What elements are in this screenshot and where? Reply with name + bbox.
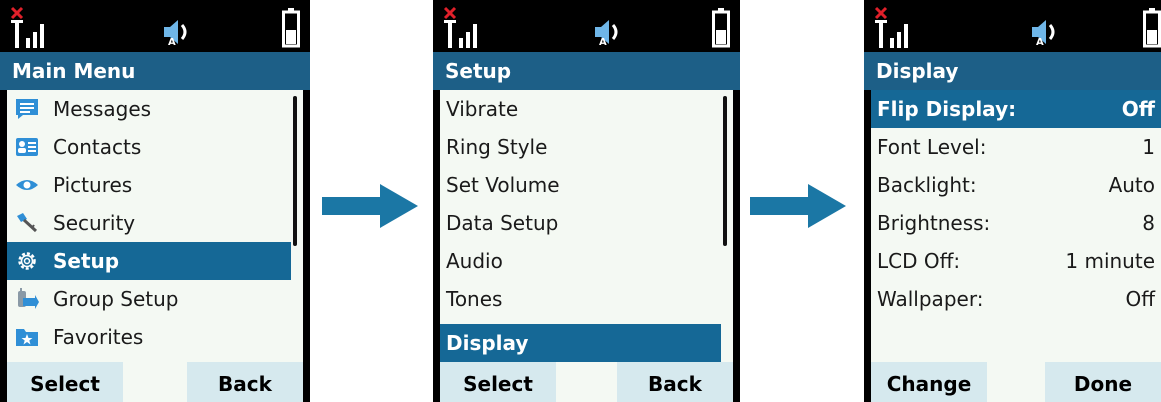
setting-value: 1 — [1142, 135, 1155, 159]
signal-no-service-icon — [10, 6, 44, 48]
phone-screen-main-menu: A Main Menu Messages Contacts Pictures S… — [0, 0, 310, 402]
setting-value: 8 — [1142, 211, 1155, 235]
setting-font-level[interactable]: Font Level: 1 — [871, 128, 1161, 166]
menu-item-label: Display — [446, 331, 529, 355]
battery-icon — [282, 8, 300, 48]
setting-label: Wallpaper: — [877, 287, 984, 311]
menu-item-favorites[interactable]: Favorites — [7, 318, 281, 356]
menu-item-label: Tones — [446, 287, 503, 311]
menu-item-security[interactable]: Security — [7, 204, 281, 242]
menu-item-label: Messages — [53, 97, 152, 121]
setting-label: Flip Display: — [877, 97, 1017, 121]
setting-flip-display[interactable]: Flip Display: Off — [871, 90, 1161, 128]
setting-value: 1 minute — [1065, 249, 1155, 273]
setting-value: Auto — [1108, 173, 1155, 197]
setting-brightness[interactable]: Brightness: 8 — [871, 204, 1161, 242]
screen-title: Display — [864, 52, 1161, 90]
menu-item-setup[interactable]: Setup — [7, 242, 291, 280]
key-icon — [17, 213, 38, 233]
done-softkey[interactable]: Done — [1045, 362, 1161, 402]
signal-no-service-icon — [443, 6, 477, 48]
setting-label: Backlight: — [877, 173, 977, 197]
status-bar: A — [0, 0, 310, 52]
softkey-bar: Select Back — [7, 362, 303, 402]
menu-list: Vibrate Ring Style Set Volume Data Setup… — [440, 90, 733, 362]
menu-item-tones[interactable]: Tones — [440, 280, 711, 318]
status-bar: A — [433, 0, 740, 52]
menu-item-messages[interactable]: Messages — [7, 90, 281, 128]
menu-list: Messages Contacts Pictures Security Setu… — [7, 90, 303, 362]
speaker-auto-icon: A — [1032, 20, 1055, 46]
menu-item-contacts[interactable]: Contacts — [7, 128, 281, 166]
setting-backlight[interactable]: Backlight: Auto — [871, 166, 1161, 204]
favorites-folder-icon — [16, 329, 38, 346]
menu-item-group-setup[interactable]: Group Setup — [7, 280, 281, 318]
gear-icon — [18, 252, 36, 270]
battery-icon — [1143, 8, 1161, 48]
phone-screen-setup: A Setup Vibrate Ring Style Set Volume Da… — [433, 0, 740, 402]
menu-item-label: Audio — [446, 249, 503, 273]
group-radio-icon — [18, 288, 39, 309]
setting-label: Font Level: — [877, 135, 987, 159]
select-softkey[interactable]: Select — [7, 362, 123, 402]
menu-item-audio[interactable]: Audio — [440, 242, 711, 280]
menu-item-label: Pictures — [53, 173, 133, 197]
menu-item-label: Setup — [53, 249, 120, 273]
softkey-bar: Change Done — [871, 362, 1161, 402]
menu-item-label: Favorites — [53, 325, 144, 349]
menu-item-label: Group Setup — [53, 287, 179, 311]
setting-wallpaper[interactable]: Wallpaper: Off — [871, 280, 1161, 318]
menu-item-label: Security — [53, 211, 136, 235]
settings-list: Flip Display: Off Font Level: 1 Backligh… — [871, 90, 1161, 362]
battery-icon — [712, 8, 730, 48]
signal-no-service-icon — [874, 6, 908, 48]
softkey-bar: Select Back — [440, 362, 733, 402]
arrow-right-icon — [750, 184, 846, 228]
menu-item-ring-style[interactable]: Ring Style — [440, 128, 711, 166]
menu-item-label: Data Setup — [446, 211, 559, 235]
menu-item-pictures[interactable]: Pictures — [7, 166, 281, 204]
menu-item-label: Contacts — [53, 135, 142, 159]
setting-label: Brightness: — [877, 211, 991, 235]
scrollbar[interactable] — [723, 96, 727, 246]
select-softkey[interactable]: Select — [440, 362, 556, 402]
contact-card-icon — [16, 138, 38, 156]
status-bar: A — [864, 0, 1161, 52]
menu-item-display[interactable]: Display — [440, 324, 721, 362]
setting-value: Off — [1125, 287, 1155, 311]
setting-lcd-off[interactable]: LCD Off: 1 minute — [871, 242, 1161, 280]
menu-item-label: Ring Style — [446, 135, 548, 159]
screen-title: Main Menu — [0, 52, 310, 90]
speaker-auto-icon: A — [164, 20, 187, 46]
message-icon — [16, 99, 38, 119]
menu-item-label: Set Volume — [446, 173, 560, 197]
setting-value: Off — [1121, 97, 1155, 121]
back-softkey[interactable]: Back — [187, 362, 303, 402]
screen-title: Setup — [433, 52, 740, 90]
menu-item-label: Vibrate — [446, 97, 519, 121]
back-softkey[interactable]: Back — [617, 362, 733, 402]
eye-icon — [16, 180, 38, 190]
svg-text:A: A — [599, 37, 607, 46]
svg-text:A: A — [168, 37, 176, 46]
speaker-auto-icon: A — [595, 20, 618, 46]
menu-item-vibrate[interactable]: Vibrate — [440, 90, 711, 128]
scrollbar[interactable] — [293, 96, 297, 246]
change-softkey[interactable]: Change — [871, 362, 987, 402]
setting-label: LCD Off: — [877, 249, 961, 273]
menu-item-data-setup[interactable]: Data Setup — [440, 204, 711, 242]
arrow-right-icon — [322, 184, 418, 228]
phone-screen-display: A Display Flip Display: Off Font Level: … — [864, 0, 1161, 402]
menu-item-set-volume[interactable]: Set Volume — [440, 166, 711, 204]
svg-text:A: A — [1036, 37, 1044, 46]
